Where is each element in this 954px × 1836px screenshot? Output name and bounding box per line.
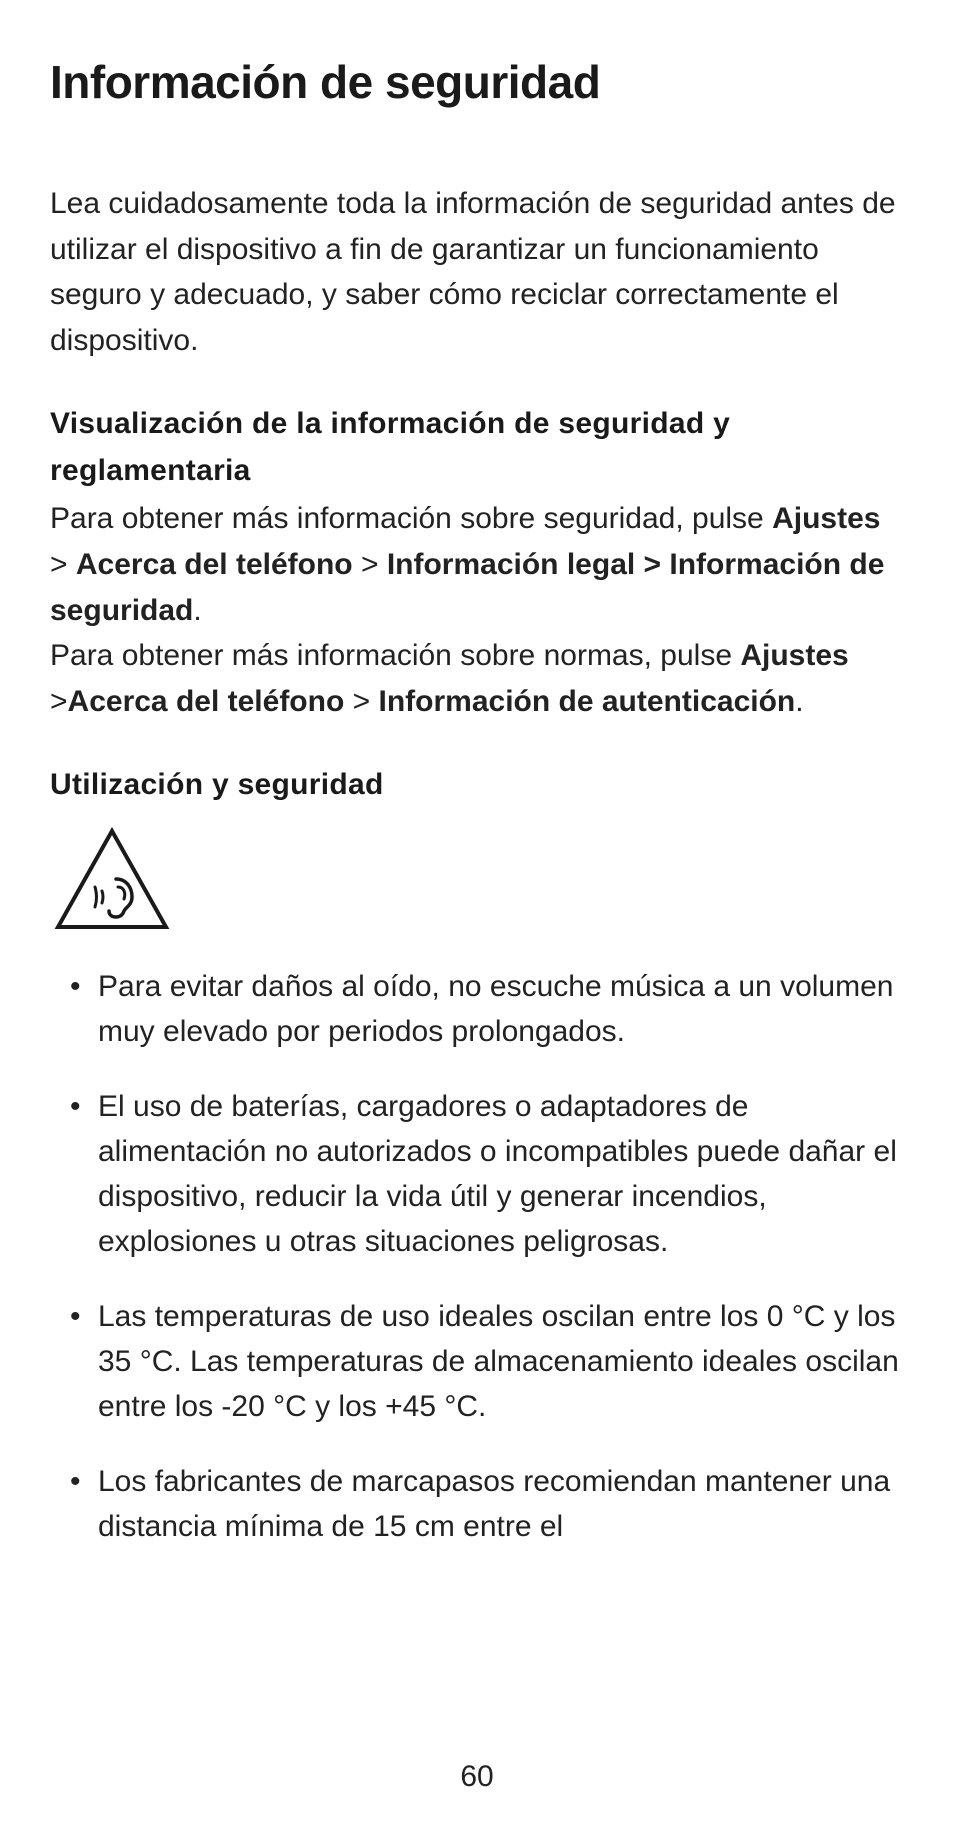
document-page: Información de seguridad Lea cuidadosame… — [0, 0, 954, 1836]
ear-warning-icon — [52, 827, 904, 936]
list-item: Las temperaturas de uso ideales oscilan … — [98, 1294, 904, 1429]
list-item: Para evitar daños al oído, no escuche mú… — [98, 964, 904, 1054]
text: Para obtener más información sobre norma… — [50, 639, 740, 672]
safety-bullet-list: Para evitar daños al oído, no escuche mú… — [50, 964, 904, 1549]
intro-paragraph: Lea cuidadosamente toda la información d… — [50, 181, 904, 363]
nav-about-phone: Acerca del teléfono — [68, 685, 345, 718]
text: . — [795, 685, 803, 718]
nav-path-safety: Para obtener más información sobre segur… — [50, 496, 904, 633]
text: Para obtener más información sobre segur… — [50, 502, 772, 535]
separator: > — [353, 548, 387, 581]
section-heading: Visualización de la información de segur… — [50, 401, 904, 494]
nav-path-regulations: Para obtener más información sobre norma… — [50, 633, 904, 724]
nav-settings: Ajustes — [740, 639, 848, 672]
section-viewing-safety-info: Visualización de la información de segur… — [50, 401, 904, 724]
nav-about-phone: Acerca del teléfono — [76, 548, 353, 581]
separator: > — [344, 685, 378, 718]
separator: > — [50, 548, 76, 581]
page-title: Información de seguridad — [50, 55, 904, 109]
list-item: El uso de baterías, cargadores o adaptad… — [98, 1084, 904, 1264]
page-number: 60 — [0, 1760, 954, 1794]
section-usage-safety: Utilización y seguridad Para evitar daño… — [50, 762, 904, 1549]
text: . — [193, 594, 201, 627]
nav-settings: Ajustes — [772, 502, 880, 535]
separator: > — [50, 685, 68, 718]
list-item: Los fabricantes de marcapasos recomienda… — [98, 1459, 904, 1549]
nav-auth-info: Información de autenticación — [379, 685, 796, 718]
section-heading: Utilización y seguridad — [50, 762, 904, 809]
